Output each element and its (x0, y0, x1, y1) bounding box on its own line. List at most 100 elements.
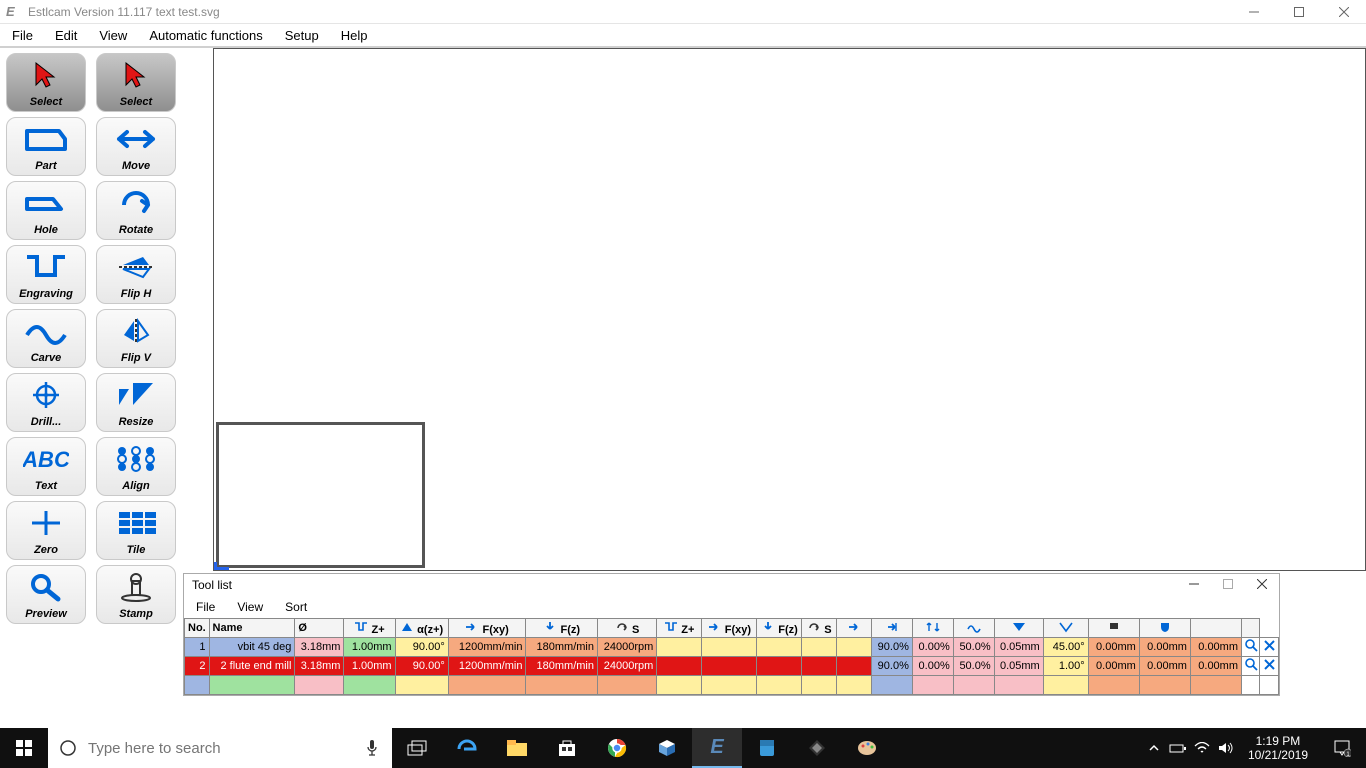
hdr-s2[interactable]: S (802, 619, 837, 638)
table-cell[interactable] (994, 676, 1043, 695)
table-cell[interactable] (912, 676, 953, 695)
table-cell[interactable]: 90.0% (871, 638, 912, 657)
table-cell[interactable]: 0.00mm (1088, 638, 1139, 657)
table-cell[interactable]: 3.18mm (295, 657, 344, 676)
hdr-diameter[interactable]: Ø (295, 619, 344, 638)
maximize-button[interactable] (1276, 0, 1321, 24)
table-cell-icon[interactable] (1242, 657, 1260, 676)
hdr-no[interactable]: No. (185, 619, 210, 638)
notification-icon[interactable]: 1 (1318, 739, 1366, 757)
taskbar-clock[interactable]: 1:19 PM 10/21/2019 (1238, 734, 1318, 762)
tool-resize[interactable]: Resize (96, 373, 176, 432)
tool-select[interactable]: Select (6, 53, 86, 112)
hdr-fxy2[interactable]: F(xy) (702, 619, 757, 638)
table-cell[interactable] (837, 638, 872, 657)
table-cell[interactable] (757, 638, 802, 657)
tool-fliph[interactable]: Flip H (96, 245, 176, 304)
table-cell[interactable]: 2 (185, 657, 210, 676)
table-cell[interactable]: 180mm/min (526, 657, 598, 676)
tool-select2[interactable]: Select (96, 53, 176, 112)
table-cell[interactable]: 0.00mm (1190, 657, 1241, 676)
hdr-icon-vbit2[interactable] (1043, 619, 1088, 638)
table-cell[interactable]: 90.0% (871, 657, 912, 676)
tool-flipv[interactable]: Flip V (96, 309, 176, 368)
table-cell[interactable] (1260, 676, 1279, 695)
app-cube-icon[interactable] (642, 728, 692, 768)
table-cell[interactable]: 24000rpm (598, 657, 657, 676)
table-cell[interactable]: 1.00° (1043, 657, 1088, 676)
table-cell[interactable]: 3.18mm (295, 638, 344, 657)
tool-text[interactable]: ABCText (6, 437, 86, 496)
hdr-icon-flat[interactable] (1088, 619, 1139, 638)
table-cell[interactable]: 45.00° (1043, 638, 1088, 657)
table-cell[interactable]: vbit 45 deg (209, 638, 295, 657)
hdr-fz2[interactable]: F(z) (757, 619, 802, 638)
table-cell[interactable] (871, 676, 912, 695)
table-row[interactable]: 22 flute end mill3.18mm1.00mm90.00°1200m… (185, 657, 1279, 676)
menu-setup[interactable]: Setup (285, 28, 319, 43)
table-cell-icon[interactable] (1260, 657, 1279, 676)
table-cell[interactable] (837, 676, 872, 695)
tool-zero[interactable]: Zero (6, 501, 86, 560)
hdr-zplus2[interactable]: Z+ (657, 619, 702, 638)
table-cell[interactable] (1139, 676, 1190, 695)
table-cell[interactable]: 0.00mm (1139, 657, 1190, 676)
tool-hole[interactable]: Hole (6, 181, 86, 240)
hdr-name[interactable]: Name (209, 619, 295, 638)
table-cell[interactable]: 0.00mm (1088, 657, 1139, 676)
tl-menu-view[interactable]: View (237, 600, 263, 614)
table-cell[interactable] (657, 676, 702, 695)
tl-menu-file[interactable]: File (196, 600, 215, 614)
hdr-angle[interactable]: α(z+) (395, 619, 448, 638)
table-cell[interactable]: 2 flute end mill (209, 657, 295, 676)
start-button[interactable] (0, 728, 48, 768)
tool-move[interactable]: Move (96, 117, 176, 176)
menu-help[interactable]: Help (341, 28, 368, 43)
tray-wifi-icon[interactable] (1190, 742, 1214, 754)
tool-align[interactable]: Align (96, 437, 176, 496)
tray-battery-icon[interactable] (1166, 742, 1190, 754)
table-cell[interactable] (185, 676, 210, 695)
table-row[interactable]: 1vbit 45 deg3.18mm1.00mm90.00°1200mm/min… (185, 638, 1279, 657)
tool-list-title-bar[interactable]: Tool list (184, 574, 1279, 596)
close-button[interactable] (1321, 0, 1366, 24)
edge-icon[interactable] (442, 728, 492, 768)
hdr-spindle[interactable]: S (598, 619, 657, 638)
file-explorer-icon[interactable] (492, 728, 542, 768)
table-cell[interactable] (448, 676, 526, 695)
table-cell[interactable] (526, 676, 598, 695)
hdr-icon-arrow[interactable] (837, 619, 872, 638)
tl-close-button[interactable] (1257, 578, 1267, 592)
table-cell[interactable] (953, 676, 994, 695)
hdr-icon-blank1[interactable] (1190, 619, 1241, 638)
table-cell[interactable]: 90.00° (395, 657, 448, 676)
tool-stamp[interactable]: Stamp (96, 565, 176, 624)
table-cell[interactable] (702, 657, 757, 676)
table-cell[interactable]: 1200mm/min (448, 657, 526, 676)
table-cell[interactable]: 0.05mm (994, 638, 1043, 657)
table-cell[interactable] (344, 676, 395, 695)
taskbar-search[interactable] (48, 728, 392, 768)
table-cell[interactable] (837, 657, 872, 676)
table-cell[interactable] (295, 676, 344, 695)
table-cell[interactable]: 0.00mm (1139, 638, 1190, 657)
drawing-canvas[interactable] (213, 48, 1366, 571)
table-cell[interactable]: 0.00% (912, 657, 953, 676)
tray-volume-icon[interactable] (1214, 741, 1238, 755)
tool-tile[interactable]: Tile (96, 501, 176, 560)
table-cell[interactable]: 24000rpm (598, 638, 657, 657)
hdr-fz[interactable]: F(z) (526, 619, 598, 638)
table-cell[interactable] (757, 676, 802, 695)
table-cell[interactable]: 50.0% (953, 638, 994, 657)
table-cell-icon[interactable] (1260, 638, 1279, 657)
tool-carve[interactable]: Carve (6, 309, 86, 368)
table-cell[interactable] (598, 676, 657, 695)
taskbar-search-input[interactable] (88, 740, 318, 757)
app-diamond-icon[interactable] (792, 728, 842, 768)
table-cell[interactable] (395, 676, 448, 695)
table-cell[interactable]: 50.0% (953, 657, 994, 676)
hdr-zplus[interactable]: Z+ (344, 619, 395, 638)
table-cell[interactable] (802, 638, 837, 657)
table-cell[interactable]: 90.00° (395, 638, 448, 657)
tl-maximize-button[interactable] (1223, 578, 1233, 592)
